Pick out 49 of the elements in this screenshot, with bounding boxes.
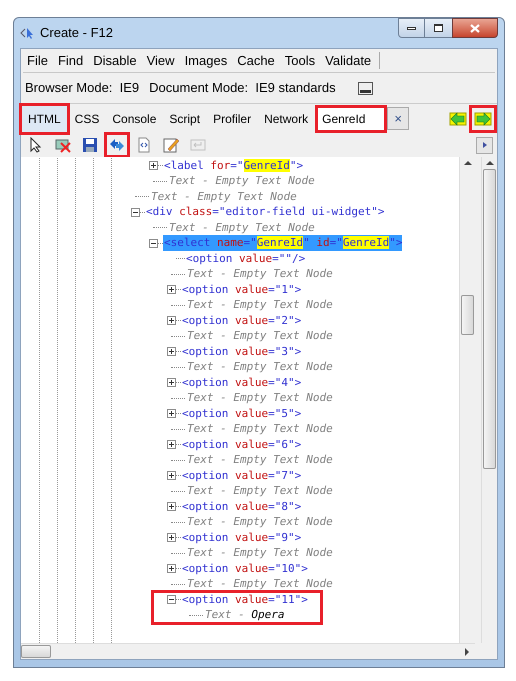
element-node[interactable]: <option value="7"> [181,468,302,484]
element-node[interactable]: <option value="6"> [181,436,302,453]
tab[interactable]: Script [163,104,206,132]
menu-item[interactable]: View [146,50,175,70]
text-node[interactable]: Text - Empty Text Node [185,359,333,376]
element-node[interactable]: <option value="4"> [181,374,302,391]
mode-dropdown[interactable]: Document Mode: IE9 standards [149,78,336,98]
mode-dropdown[interactable]: Browser Mode: IE9 [25,78,140,98]
element-node[interactable]: <option value="10"> [181,560,308,577]
tab[interactable]: Profiler [207,104,258,132]
text-node[interactable]: Text - Empty Text Node [185,266,333,282]
text-node[interactable]: Text - Empty Text Node [185,390,333,406]
element-node[interactable]: <option value=""/> [185,250,306,267]
text-node[interactable]: Text - Empty Text Node [185,452,333,468]
text-node[interactable]: Text - Empty Text Node [185,328,333,344]
menu-item[interactable]: File [27,50,48,70]
menu-item[interactable]: Find [58,50,84,70]
element-node[interactable]: <option value="9"> [181,530,302,546]
element-node[interactable]: <option value="5"> [181,406,302,422]
text-node[interactable]: Text - Empty Text Node [185,483,333,500]
menu-item[interactable]: Cache [237,50,275,70]
menu-item[interactable]: Disable [93,50,137,70]
element-node[interactable]: <option value="2"> [181,312,302,329]
text-node[interactable]: Text - Empty Text Node [185,576,333,592]
element-node[interactable]: <label for="GenreId"> [163,158,304,174]
element-node[interactable]: <option value="8"> [181,498,302,515]
menu-item[interactable]: Validate [325,50,372,70]
tab[interactable]: Console [106,104,162,132]
element-node[interactable]: <option value="3"> [181,344,302,360]
text-node[interactable]: Text - Empty Text Node [185,297,333,314]
clear-search-button[interactable]: × [387,107,410,130]
search-field[interactable]: GenreId [317,106,386,130]
element-node[interactable]: <div class="editor-field ui-widget"> [145,204,384,220]
element-node[interactable]: <option value="11"> [181,592,308,608]
menu-item[interactable]: Images [184,50,228,70]
text-node[interactable]: Text - Empty Text Node [167,173,315,190]
text-node[interactable]: Text - Opera [203,607,284,624]
text-node[interactable]: Text - Empty Text Node [167,220,315,236]
tab[interactable]: HTML [21,104,68,132]
tab[interactable]: CSS [68,104,106,132]
element-node[interactable]: <select name="GenreId" id="GenreId"> [163,235,402,252]
element-node[interactable]: <option value="1"> [181,282,302,298]
menu-item[interactable]: Tools [284,50,316,70]
window-title: Create - F12 [40,24,113,42]
text-node[interactable]: Text - Empty Text Node [149,188,297,205]
tab[interactable]: Network [258,104,314,132]
text-node[interactable]: Text - Empty Text Node [185,514,333,530]
text-node[interactable]: Text - Empty Text Node [185,545,333,562]
text-node[interactable]: Text - Empty Text Node [185,421,333,438]
